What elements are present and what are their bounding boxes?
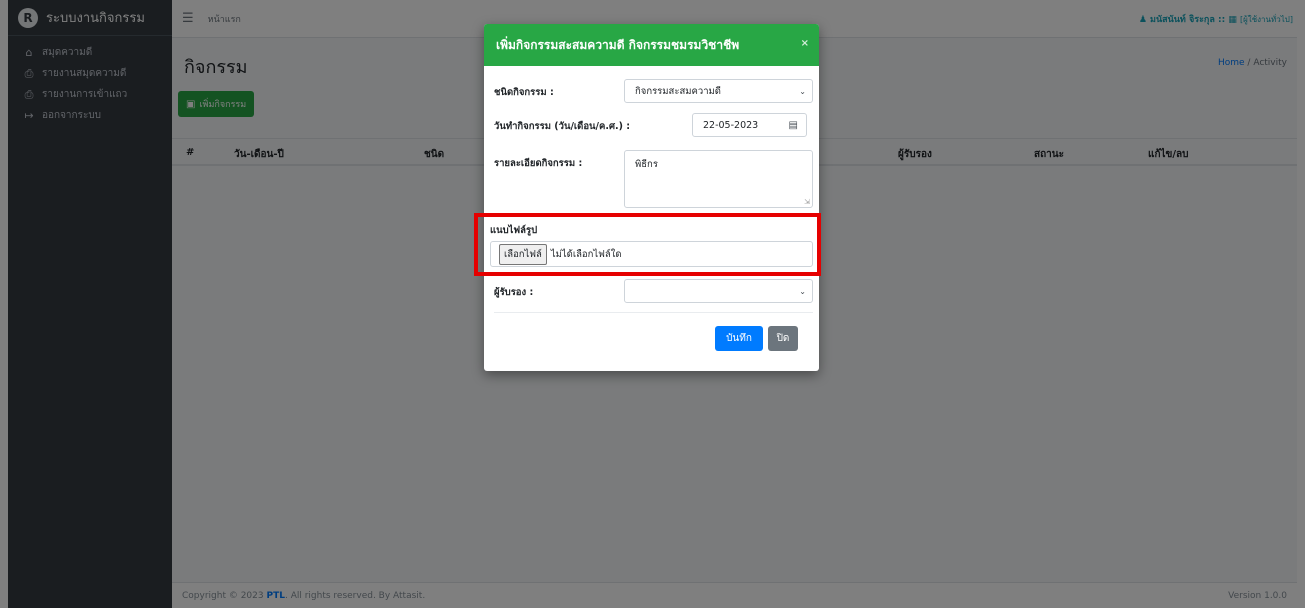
chevron-down-icon: ⌄ xyxy=(799,286,806,296)
approver-select[interactable]: ⌄ xyxy=(624,279,813,303)
add-activity-modal: เพิ่มกิจกรรมสะสมความดี กิจกรรมชมรมวิชาชี… xyxy=(484,24,819,371)
activity-type-select[interactable]: กิจกรรมสะสมความดี ⌄ xyxy=(624,79,813,103)
activity-type-value: กิจกรรมสะสมความดี xyxy=(635,85,721,97)
calendar-icon[interactable]: ▤ xyxy=(789,120,798,131)
save-button[interactable]: บันทึก xyxy=(715,326,763,351)
resize-handle-icon[interactable]: ⇲ xyxy=(804,198,810,206)
activity-date-value: 22-05-2023 xyxy=(703,119,759,131)
modal-header: เพิ่มกิจกรรมสะสมความดี กิจกรรมชมรมวิชาชี… xyxy=(484,24,819,66)
activity-type-row: ชนิดกิจกรรม : กิจกรรมสะสมความดี ⌄ xyxy=(494,79,813,103)
modal-title: เพิ่มกิจกรรมสะสมความดี กิจกรรมชมรมวิชาชี… xyxy=(496,37,740,52)
chevron-down-icon: ⌄ xyxy=(799,86,806,96)
activity-date-label: วันทำกิจกรรม (วัน/เดือน/ค.ศ.) : xyxy=(494,121,631,132)
activity-detail-label: รายละเอียดกิจกรรม : xyxy=(494,158,583,169)
activity-type-label: ชนิดกิจกรรม : xyxy=(494,87,554,98)
file-upload-highlight xyxy=(474,213,821,276)
close-icon[interactable]: × xyxy=(801,38,809,49)
activity-date-input[interactable]: 22-05-2023 ▤ xyxy=(692,113,807,137)
approver-label: ผู้รับรอง : xyxy=(494,287,534,298)
close-button[interactable]: ปิด xyxy=(768,326,798,351)
approver-row: ผู้รับรอง : ⌄ xyxy=(494,279,813,303)
activity-date-row: วันทำกิจกรรม (วัน/เดือน/ค.ศ.) : 22-05-20… xyxy=(494,113,813,137)
modal-footer-divider xyxy=(494,312,813,313)
activity-detail-value: พิธีกร xyxy=(635,159,658,170)
activity-detail-row: รายละเอียดกิจกรรม : พิธีกร ⇲ xyxy=(494,150,813,208)
activity-detail-textarea[interactable]: พิธีกร ⇲ xyxy=(624,150,813,208)
